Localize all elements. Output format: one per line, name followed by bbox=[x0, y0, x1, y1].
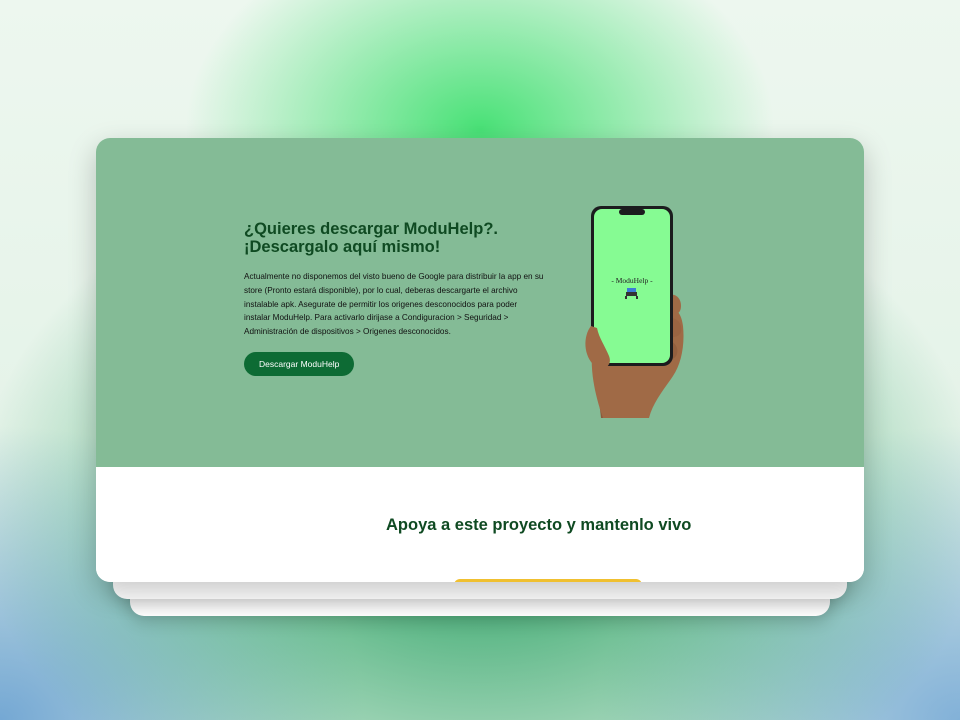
support-project-section: Apoya a este proyecto y mantenlo vivo bbox=[96, 467, 864, 582]
hero-title-line-1: ¿Quieres descargar ModuHelp?. bbox=[244, 220, 498, 238]
hero-description: Actualmente no disponemos del visto buen… bbox=[244, 272, 544, 337]
support-button-partial[interactable] bbox=[454, 579, 642, 582]
hand-holding-phone-image: - ModuHelp - bbox=[561, 206, 691, 418]
hero-title: ¿Quieres descargar ModuHelp?. ¡Descargal… bbox=[244, 220, 544, 256]
phone-illustration: - ModuHelp - bbox=[585, 206, 684, 418]
page-preview-card: ¿Quieres descargar ModuHelp?. ¡Descargal… bbox=[96, 138, 864, 582]
download-moduhelp-button[interactable]: Descargar ModuHelp bbox=[244, 351, 355, 376]
phone-screen-label: - ModuHelp - bbox=[611, 276, 653, 285]
download-hero-section: ¿Quieres descargar ModuHelp?. ¡Descargal… bbox=[96, 138, 864, 467]
hero-text-block: ¿Quieres descargar ModuHelp?. ¡Descargal… bbox=[244, 220, 544, 376]
support-title: Apoya a este proyecto y mantenlo vivo bbox=[386, 516, 692, 534]
hero-title-line-2: ¡Descargalo aquí mismo! bbox=[244, 238, 441, 256]
